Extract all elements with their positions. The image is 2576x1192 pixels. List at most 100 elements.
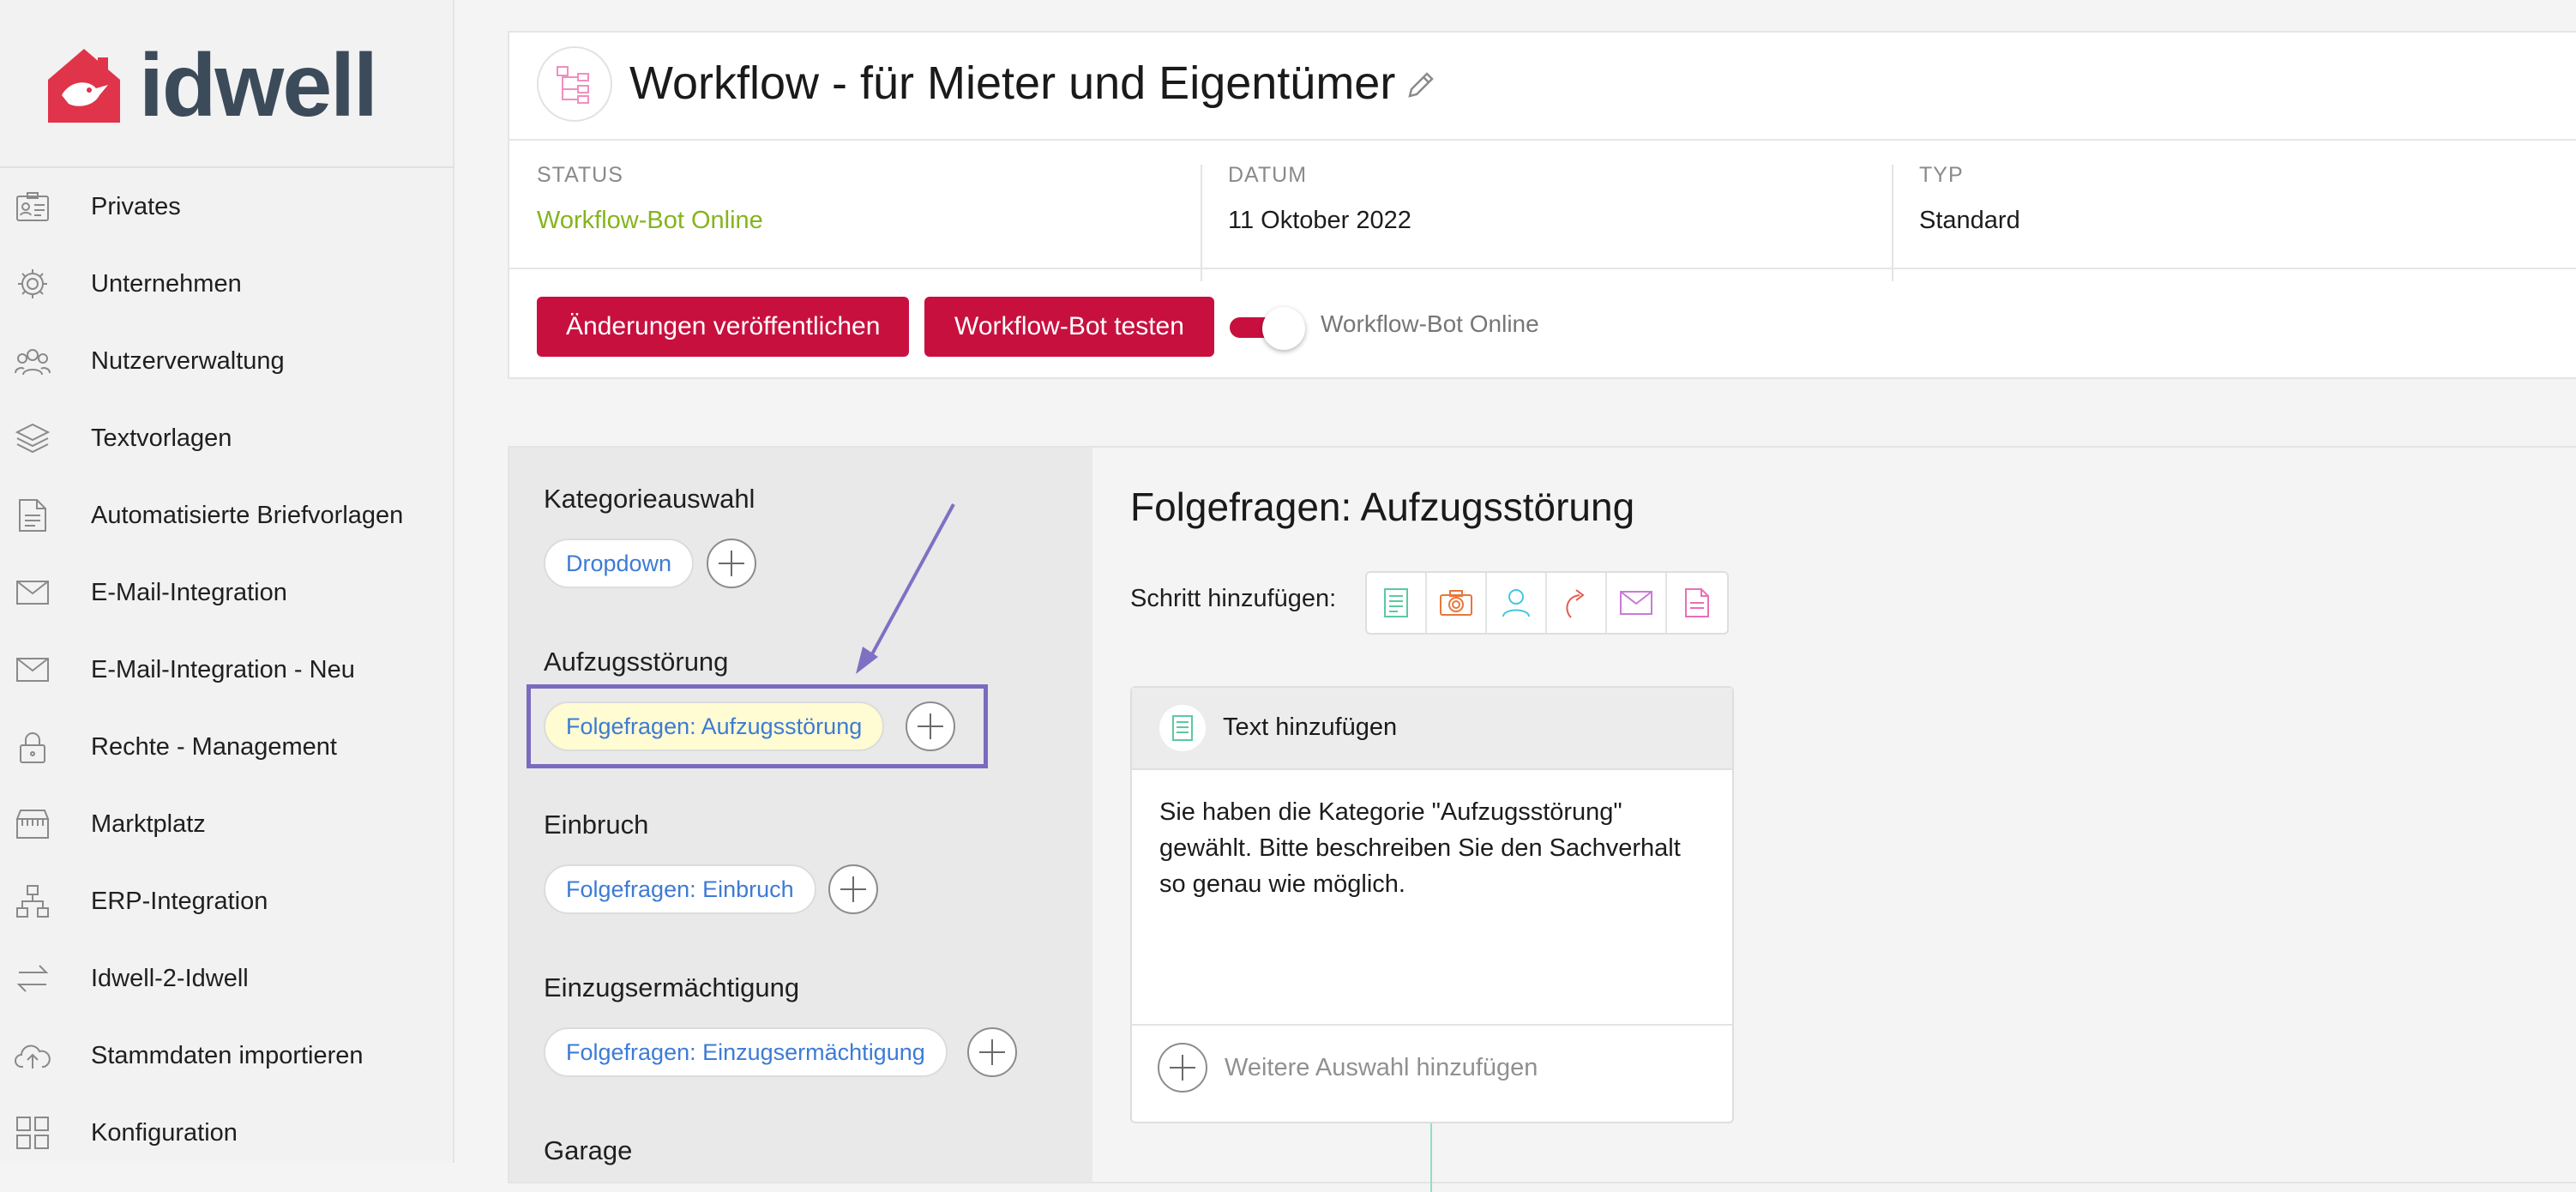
sidebar-item-label: Rechte - Management (91, 732, 337, 761)
add-choice-label: Weitere Auswahl hinzufügen (1225, 1053, 1538, 1081)
add-followup-button[interactable] (967, 1027, 1017, 1077)
step-connector-line (1430, 1123, 1432, 1192)
publish-changes-button[interactable]: Änderungen veröffentlichen (537, 297, 910, 357)
sidebar-item-label: Textvorlagen (91, 424, 232, 452)
text-step-card: Text hinzufügen Sie haben die Kategorie … (1130, 686, 1734, 1123)
redirect-arrow-icon (1566, 589, 1585, 618)
add-step-label: Schritt hinzufügen: (1130, 585, 1337, 612)
add-followup-button[interactable] (828, 864, 878, 914)
sidebar-item-label: Konfiguration (91, 1118, 238, 1147)
sidebar-item-nutzerverwaltung[interactable]: Nutzerverwaltung (0, 322, 453, 400)
add-contact-step-button[interactable] (1487, 573, 1547, 633)
detail-title: Folgefragen: Aufzugsstörung (1130, 485, 1635, 529)
sidebar-item-label: Unternehmen (91, 269, 242, 298)
category-title: Garage (544, 1135, 633, 1165)
test-bot-button[interactable]: Workflow-Bot testen (924, 297, 1214, 357)
sidebar-item-idwell-2-idwell[interactable]: Idwell-2-Idwell (0, 940, 453, 1017)
sidebar-item-rechte-management[interactable]: Rechte - Management (0, 708, 453, 786)
sidebar-item-unternehmen[interactable]: Unternehmen (0, 245, 453, 322)
header-divider (509, 139, 2576, 141)
plus-circle-icon (1158, 1043, 1207, 1093)
step-card-divider (1132, 1024, 1732, 1026)
network-icon (14, 882, 51, 920)
status-info: STATUS Workflow-Bot Online (537, 163, 1206, 235)
sidebar: idwell Privates Unternehmen Nutzerverwal… (0, 0, 454, 1163)
document-icon (14, 497, 51, 534)
category-chip-einzugsermaechtigung[interactable]: Folgefragen: Einzugsermächtigung (544, 1027, 948, 1077)
text-icon (1159, 705, 1206, 751)
category-panel: Kategorieauswahl Dropdown Aufzugsstörung… (509, 448, 1092, 1182)
workflow-builder: Kategorieauswahl Dropdown Aufzugsstörung… (508, 446, 2576, 1192)
highlight-annotation-box (527, 684, 988, 768)
info-separator (1201, 165, 1202, 281)
sidebar-item-konfiguration[interactable]: Konfiguration (0, 1094, 453, 1171)
sidebar-item-label: ERP-Integration (91, 887, 268, 915)
person-icon (1502, 589, 1530, 617)
bot-online-toggle[interactable] (1230, 307, 1309, 352)
add-choice-button[interactable]: Weitere Auswahl hinzufügen (1158, 1043, 1538, 1093)
type-info: TYP Standard (1919, 163, 2576, 235)
camera-icon (1440, 590, 1472, 616)
status-value: Workflow-Bot Online (537, 207, 763, 234)
workflow-header-card: Workflow - für Mieter und Eigentümer STA… (508, 31, 2576, 379)
sidebar-item-label: E-Mail-Integration - Neu (91, 655, 355, 683)
cloud-upload-icon (14, 1037, 51, 1075)
category-title: Kategorieauswahl (544, 484, 755, 514)
grid-icon (14, 1114, 51, 1152)
category-chip-einbruch[interactable]: Folgefragen: Einbruch (544, 864, 816, 914)
envelope-icon (14, 651, 51, 689)
sidebar-item-marktplatz[interactable]: Marktplatz (0, 786, 453, 863)
sidebar-item-erp-integration[interactable]: ERP-Integration (0, 863, 453, 940)
sidebar-item-email-integration-neu[interactable]: E-Mail-Integration - Neu (0, 631, 453, 708)
sidebar-item-label: Marktplatz (91, 810, 206, 838)
date-value: 11 Oktober 2022 (1228, 207, 1411, 234)
type-value: Standard (1919, 207, 2020, 234)
category-title: Einzugsermächtigung (544, 972, 800, 1002)
sidebar-item-label: Automatisierte Briefvorlagen (91, 501, 404, 529)
category-title: Einbruch (544, 810, 649, 840)
category-chip-dropdown[interactable]: Dropdown (544, 539, 695, 588)
swap-arrows-icon (14, 960, 51, 997)
sidebar-item-label: E-Mail-Integration (91, 578, 287, 606)
add-photo-step-button[interactable] (1427, 573, 1487, 633)
step-type-toolbar (1365, 571, 1729, 635)
text-icon (1384, 588, 1408, 617)
sidebar-item-label: Idwell-2-Idwell (91, 964, 249, 992)
sidebar-item-privates[interactable]: Privates (0, 168, 453, 245)
add-document-step-button[interactable] (1667, 573, 1727, 633)
header-divider (509, 268, 2576, 269)
document-icon (1685, 588, 1709, 617)
add-text-step-button[interactable] (1367, 573, 1427, 633)
date-info: DATUM 11 Oktober 2022 (1228, 163, 1897, 235)
step-card-title: Text hinzufügen (1223, 713, 1398, 741)
envelope-icon (14, 574, 51, 611)
add-email-step-button[interactable] (1607, 573, 1667, 633)
layers-icon (14, 419, 51, 457)
sidebar-item-briefvorlagen[interactable]: Automatisierte Briefvorlagen (0, 477, 453, 554)
step-text-content[interactable]: Sie haben die Kategorie "Aufzugsstörung"… (1159, 794, 1708, 902)
add-category-button[interactable] (707, 539, 756, 588)
category-title: Aufzugsstörung (544, 647, 729, 677)
step-card-header[interactable]: Text hinzufügen (1132, 688, 1732, 770)
sidebar-item-label: Nutzerverwaltung (91, 346, 285, 375)
add-redirect-step-button[interactable] (1547, 573, 1607, 633)
envelope-icon (1620, 591, 1652, 615)
type-label: TYP (1919, 163, 1964, 187)
pencil-edit-icon[interactable] (1406, 70, 1435, 104)
sidebar-item-textvorlagen[interactable]: Textvorlagen (0, 400, 453, 477)
house-bird-logo-icon (48, 49, 120, 123)
sidebar-item-label: Stammdaten importieren (91, 1041, 364, 1069)
info-separator (1892, 165, 1893, 281)
sidebar-item-stammdaten-importieren[interactable]: Stammdaten importieren (0, 1017, 453, 1094)
lock-icon (14, 728, 51, 766)
page-title: Workflow - für Mieter und Eigentümer (629, 57, 1396, 109)
workflow-icon (537, 46, 612, 122)
sidebar-item-label: Privates (91, 192, 181, 220)
status-label: STATUS (537, 163, 623, 187)
store-icon (14, 805, 51, 843)
sidebar-item-email-integration[interactable]: E-Mail-Integration (0, 554, 453, 631)
toggle-label: Workflow-Bot Online (1321, 310, 1539, 337)
toggle-knob (1262, 307, 1305, 350)
id-card-icon (14, 188, 51, 226)
idwell-logo[interactable]: idwell (45, 41, 378, 130)
